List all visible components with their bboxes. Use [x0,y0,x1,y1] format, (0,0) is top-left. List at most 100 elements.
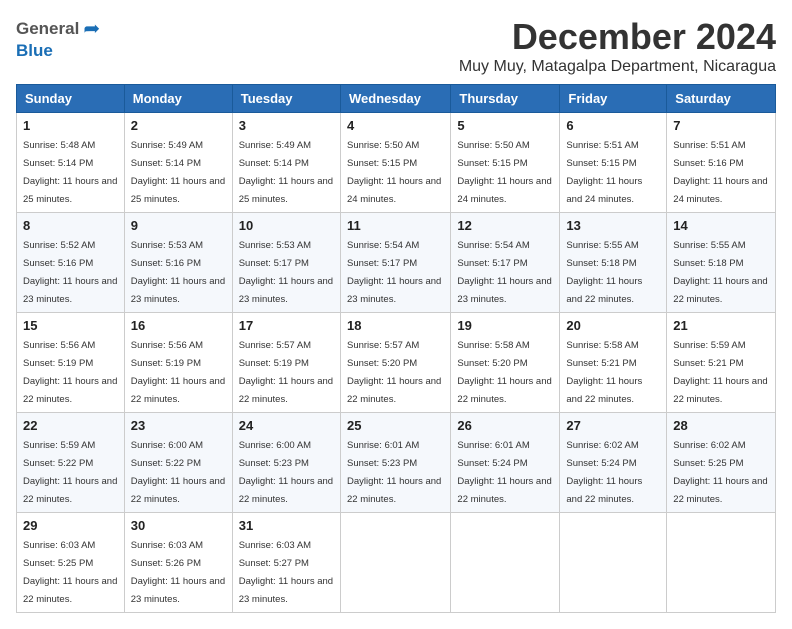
day-info: Sunrise: 6:01 AMSunset: 5:23 PMDaylight:… [347,440,441,505]
calendar-cell: 11 Sunrise: 5:54 AMSunset: 5:17 PMDaylig… [340,213,450,313]
day-number: 13 [566,218,660,233]
week-row-1: 1 Sunrise: 5:48 AMSunset: 5:14 PMDayligh… [17,113,776,213]
day-number: 20 [566,318,660,333]
day-number: 11 [347,218,444,233]
day-info: Sunrise: 5:51 AMSunset: 5:15 PMDaylight:… [566,140,642,205]
day-number: 23 [131,418,226,433]
calendar-cell: 24 Sunrise: 6:00 AMSunset: 5:23 PMDaylig… [232,413,340,513]
day-number: 12 [457,218,553,233]
day-info: Sunrise: 5:54 AMSunset: 5:17 PMDaylight:… [457,240,551,305]
calendar-cell: 30 Sunrise: 6:03 AMSunset: 5:26 PMDaylig… [124,513,232,613]
week-row-3: 15 Sunrise: 5:56 AMSunset: 5:19 PMDaylig… [17,313,776,413]
calendar-table: SundayMondayTuesdayWednesdayThursdayFrid… [16,84,776,613]
calendar-cell: 15 Sunrise: 5:56 AMSunset: 5:19 PMDaylig… [17,313,125,413]
day-number: 10 [239,218,334,233]
week-row-4: 22 Sunrise: 5:59 AMSunset: 5:22 PMDaylig… [17,413,776,513]
calendar-cell: 20 Sunrise: 5:58 AMSunset: 5:21 PMDaylig… [560,313,667,413]
calendar-cell: 5 Sunrise: 5:50 AMSunset: 5:15 PMDayligh… [451,113,560,213]
month-title: December 2024 [459,16,776,58]
day-number: 30 [131,518,226,533]
calendar-cell: 9 Sunrise: 5:53 AMSunset: 5:16 PMDayligh… [124,213,232,313]
day-info: Sunrise: 5:58 AMSunset: 5:21 PMDaylight:… [566,340,642,405]
day-number: 7 [673,118,769,133]
day-info: Sunrise: 6:00 AMSunset: 5:23 PMDaylight:… [239,440,333,505]
day-info: Sunrise: 6:01 AMSunset: 5:24 PMDaylight:… [457,440,551,505]
calendar-cell: 1 Sunrise: 5:48 AMSunset: 5:14 PMDayligh… [17,113,125,213]
calendar-cell: 17 Sunrise: 5:57 AMSunset: 5:19 PMDaylig… [232,313,340,413]
day-info: Sunrise: 5:49 AMSunset: 5:14 PMDaylight:… [131,140,225,205]
day-info: Sunrise: 5:49 AMSunset: 5:14 PMDaylight:… [239,140,333,205]
day-info: Sunrise: 5:48 AMSunset: 5:14 PMDaylight:… [23,140,117,205]
day-info: Sunrise: 6:00 AMSunset: 5:22 PMDaylight:… [131,440,225,505]
day-number: 6 [566,118,660,133]
calendar-cell: 14 Sunrise: 5:55 AMSunset: 5:18 PMDaylig… [667,213,776,313]
calendar-cell: 25 Sunrise: 6:01 AMSunset: 5:23 PMDaylig… [340,413,450,513]
day-info: Sunrise: 5:50 AMSunset: 5:15 PMDaylight:… [347,140,441,205]
day-number: 14 [673,218,769,233]
calendar-cell: 27 Sunrise: 6:02 AMSunset: 5:24 PMDaylig… [560,413,667,513]
day-number: 22 [23,418,118,433]
day-info: Sunrise: 5:50 AMSunset: 5:15 PMDaylight:… [457,140,551,205]
day-info: Sunrise: 5:59 AMSunset: 5:22 PMDaylight:… [23,440,117,505]
day-number: 19 [457,318,553,333]
calendar-cell: 13 Sunrise: 5:55 AMSunset: 5:18 PMDaylig… [560,213,667,313]
day-info: Sunrise: 5:59 AMSunset: 5:21 PMDaylight:… [673,340,767,405]
calendar-header-row: SundayMondayTuesdayWednesdayThursdayFrid… [17,85,776,113]
day-number: 26 [457,418,553,433]
calendar-cell [560,513,667,613]
calendar-cell: 31 Sunrise: 6:03 AMSunset: 5:27 PMDaylig… [232,513,340,613]
header: General ➦ Blue December 2024 Muy Muy, Ma… [16,16,776,76]
day-info: Sunrise: 5:54 AMSunset: 5:17 PMDaylight:… [347,240,441,305]
header-thursday: Thursday [451,85,560,113]
calendar-cell: 16 Sunrise: 5:56 AMSunset: 5:19 PMDaylig… [124,313,232,413]
calendar-cell: 28 Sunrise: 6:02 AMSunset: 5:25 PMDaylig… [667,413,776,513]
day-info: Sunrise: 5:55 AMSunset: 5:18 PMDaylight:… [673,240,767,305]
logo-general-text: General [16,19,79,39]
day-number: 18 [347,318,444,333]
day-info: Sunrise: 6:03 AMSunset: 5:27 PMDaylight:… [239,540,333,605]
day-number: 29 [23,518,118,533]
day-info: Sunrise: 5:56 AMSunset: 5:19 PMDaylight:… [131,340,225,405]
day-info: Sunrise: 5:57 AMSunset: 5:20 PMDaylight:… [347,340,441,405]
calendar-cell: 18 Sunrise: 5:57 AMSunset: 5:20 PMDaylig… [340,313,450,413]
calendar-cell: 3 Sunrise: 5:49 AMSunset: 5:14 PMDayligh… [232,113,340,213]
calendar-cell: 23 Sunrise: 6:00 AMSunset: 5:22 PMDaylig… [124,413,232,513]
calendar-cell [340,513,450,613]
logo-blue-text: Blue [16,41,53,61]
day-number: 28 [673,418,769,433]
header-tuesday: Tuesday [232,85,340,113]
calendar-cell: 2 Sunrise: 5:49 AMSunset: 5:14 PMDayligh… [124,113,232,213]
day-number: 31 [239,518,334,533]
calendar-cell: 21 Sunrise: 5:59 AMSunset: 5:21 PMDaylig… [667,313,776,413]
day-info: Sunrise: 6:02 AMSunset: 5:25 PMDaylight:… [673,440,767,505]
day-info: Sunrise: 5:56 AMSunset: 5:19 PMDaylight:… [23,340,117,405]
logo: General ➦ Blue [16,16,100,61]
day-number: 25 [347,418,444,433]
header-wednesday: Wednesday [340,85,450,113]
calendar-cell: 12 Sunrise: 5:54 AMSunset: 5:17 PMDaylig… [451,213,560,313]
calendar-cell: 8 Sunrise: 5:52 AMSunset: 5:16 PMDayligh… [17,213,125,313]
day-number: 5 [457,118,553,133]
day-info: Sunrise: 5:53 AMSunset: 5:16 PMDaylight:… [131,240,225,305]
day-info: Sunrise: 5:55 AMSunset: 5:18 PMDaylight:… [566,240,642,305]
day-info: Sunrise: 5:58 AMSunset: 5:20 PMDaylight:… [457,340,551,405]
day-number: 16 [131,318,226,333]
day-number: 17 [239,318,334,333]
calendar-cell: 19 Sunrise: 5:58 AMSunset: 5:20 PMDaylig… [451,313,560,413]
bird-icon: ➦ [83,16,100,41]
calendar-cell: 4 Sunrise: 5:50 AMSunset: 5:15 PMDayligh… [340,113,450,213]
calendar-cell: 26 Sunrise: 6:01 AMSunset: 5:24 PMDaylig… [451,413,560,513]
day-info: Sunrise: 5:52 AMSunset: 5:16 PMDaylight:… [23,240,117,305]
calendar-cell: 7 Sunrise: 5:51 AMSunset: 5:16 PMDayligh… [667,113,776,213]
calendar-cell: 29 Sunrise: 6:03 AMSunset: 5:25 PMDaylig… [17,513,125,613]
day-number: 3 [239,118,334,133]
calendar-cell: 6 Sunrise: 5:51 AMSunset: 5:15 PMDayligh… [560,113,667,213]
day-info: Sunrise: 6:02 AMSunset: 5:24 PMDaylight:… [566,440,642,505]
day-info: Sunrise: 5:53 AMSunset: 5:17 PMDaylight:… [239,240,333,305]
day-info: Sunrise: 5:57 AMSunset: 5:19 PMDaylight:… [239,340,333,405]
day-number: 8 [23,218,118,233]
header-sunday: Sunday [17,85,125,113]
week-row-5: 29 Sunrise: 6:03 AMSunset: 5:25 PMDaylig… [17,513,776,613]
day-number: 21 [673,318,769,333]
day-info: Sunrise: 5:51 AMSunset: 5:16 PMDaylight:… [673,140,767,205]
